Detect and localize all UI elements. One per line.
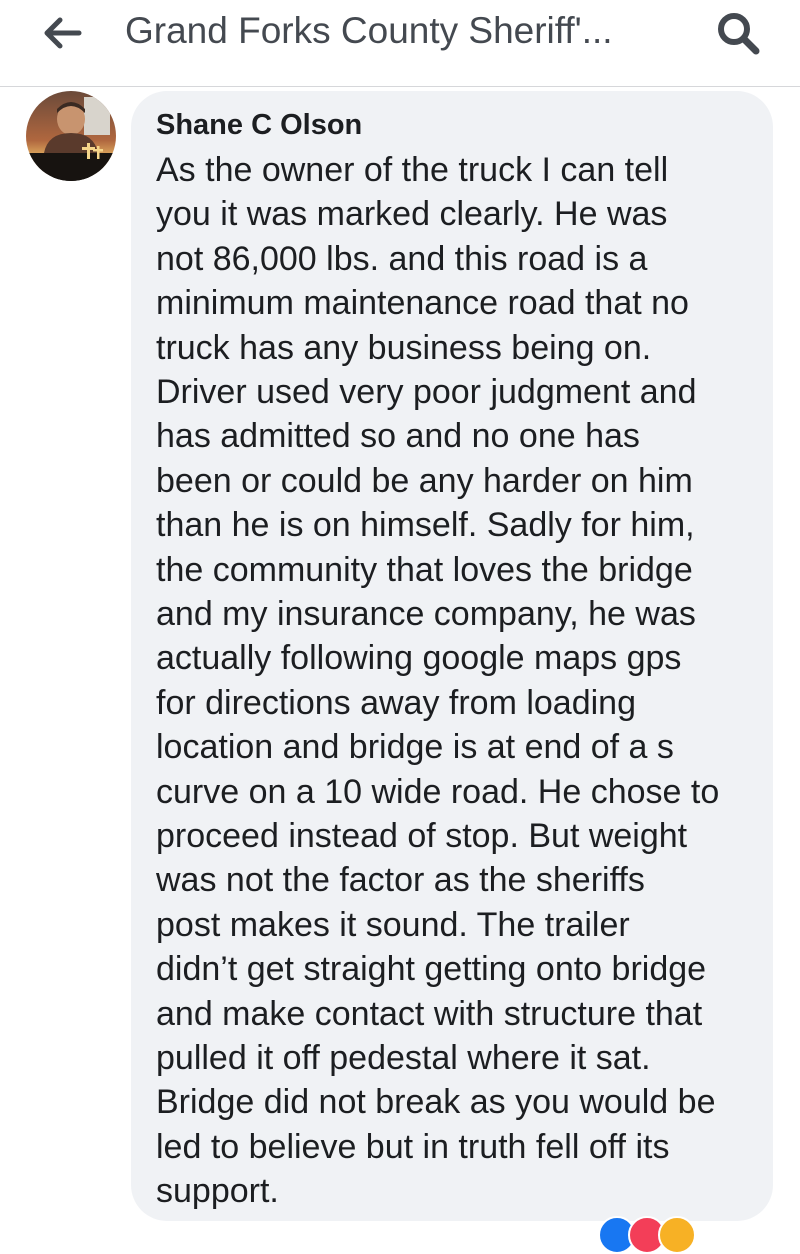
comment-line: truck has any business being on. <box>156 328 652 367</box>
top-bar: Grand Forks County Sheriff'... <box>0 0 800 87</box>
comment-line: and my insurance company, he was <box>156 595 696 633</box>
comment-author[interactable]: Shane C Olson <box>156 107 362 143</box>
comment-line: was not the factor as the sheriffs <box>156 861 645 900</box>
comment-line: didn’t get straight getting onto bridge <box>156 950 707 989</box>
comment-line: proceed instead of stop. But weight <box>156 817 688 855</box>
search-button[interactable] <box>710 8 766 58</box>
comment-line: than he is on himself. Sadly for him, <box>156 506 695 545</box>
arrow-left-icon <box>44 17 82 49</box>
comment-line: not 86,000 lbs. and this road is a <box>156 239 648 278</box>
haha-reaction-icon <box>658 1216 696 1254</box>
comment-line: actually following google maps gps <box>156 639 682 678</box>
comment-line: minimum maintenance road that no <box>156 284 689 323</box>
comment-line: curve on a 10 wide road. He chose to <box>156 772 720 811</box>
comment-line: you it was marked clearly. He was <box>156 195 668 234</box>
comment-line: support. <box>156 1172 279 1211</box>
profile-photo <box>26 91 116 181</box>
comment-line: As the owner of the truck I can tell <box>156 151 669 189</box>
comment-line: pulled it off pedestal where it sat. <box>156 1039 651 1077</box>
avatar[interactable] <box>26 91 116 181</box>
comment-line: been or could be any harder on him <box>156 461 693 500</box>
comment-line: and make contact with structure that <box>156 994 703 1033</box>
comment-line: Driver used very poor judgment and <box>156 373 697 411</box>
comment-line: the community that loves the bridge <box>156 550 693 589</box>
comment-bubble: Shane C Olson As the owner of the truck … <box>131 91 773 1221</box>
search-icon <box>718 13 760 55</box>
comment-line: Bridge did not break as you would be <box>156 1083 716 1122</box>
comment-line: for directions away from loading <box>156 683 637 722</box>
comment-line: led to believe but in truth fell off its <box>156 1127 670 1166</box>
back-button[interactable] <box>36 10 88 56</box>
comment-line: location and bridge is at end of a s <box>156 728 674 767</box>
reaction-summary[interactable] <box>598 1216 708 1254</box>
comment-line: post makes it sound. The trailer <box>156 905 630 944</box>
page-title: Grand Forks County Sheriff'... <box>125 10 613 51</box>
comment-line: has admitted so and no one has <box>156 417 640 456</box>
